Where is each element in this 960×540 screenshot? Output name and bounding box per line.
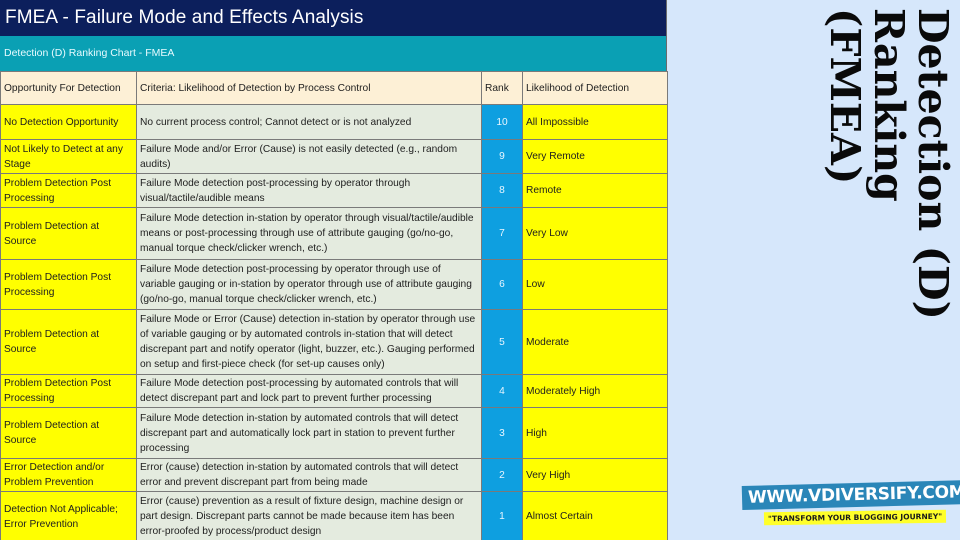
header-rank: Rank	[481, 71, 523, 105]
header-likelihood: Likelihood of Detection	[522, 71, 668, 105]
rank-cell: 2	[481, 458, 523, 492]
criteria-cell: Failure Mode detection post-processing b…	[136, 259, 482, 310]
header-opportunity: Opportunity For Detection	[0, 71, 137, 105]
sheet-title: FMEA - Failure Mode and Effects Analysis	[0, 0, 666, 36]
rank-cell: 7	[481, 207, 523, 260]
opportunity-cell: Problem Detection at Source	[0, 309, 137, 375]
likelihood-cell: Remote	[522, 173, 668, 208]
likelihood-cell: Low	[522, 259, 668, 310]
opportunity-cell: Problem Detection Post Processing	[0, 259, 137, 310]
likelihood-cell: All Impossible	[522, 104, 668, 140]
rank-cell: 6	[481, 259, 523, 310]
likelihood-cell: Almost Certain	[522, 491, 668, 540]
likelihood-cell: Very Low	[522, 207, 668, 260]
criteria-cell: Failure Mode detection in-station by aut…	[136, 407, 482, 459]
likelihood-cell: Moderately High	[522, 374, 668, 408]
criteria-cell: Failure Mode detection post-processing b…	[136, 173, 482, 208]
detection-ranking-table: Opportunity For Detection Criteria: Like…	[0, 71, 668, 540]
header-criteria: Criteria: Likelihood of Detection by Pro…	[136, 71, 482, 105]
rank-cell: 9	[481, 139, 523, 174]
opportunity-cell: Problem Detection Post Processing	[0, 374, 137, 408]
criteria-cell: Failure Mode and/or Error (Cause) is not…	[136, 139, 482, 174]
criteria-cell: Error (cause) detection in-station by au…	[136, 458, 482, 492]
rank-cell: 5	[481, 309, 523, 375]
criteria-cell: Failure Mode detection in-station by ope…	[136, 207, 482, 260]
rank-cell: 10	[481, 104, 523, 140]
table-row: Error Detection and/or Problem Preventio…	[0, 458, 668, 492]
likelihood-cell: Moderate	[522, 309, 668, 375]
criteria-cell: Error (cause) prevention as a result of …	[136, 491, 482, 540]
table-row: Not Likely to Detect at any Stage Failur…	[0, 139, 668, 174]
rank-cell: 1	[481, 491, 523, 540]
opportunity-cell: Detection Not Applicable; Error Preventi…	[0, 491, 137, 540]
opportunity-cell: Not Likely to Detect at any Stage	[0, 139, 137, 174]
criteria-cell: No current process control; Cannot detec…	[136, 104, 482, 140]
likelihood-cell: Very High	[522, 458, 668, 492]
table-row: Problem Detection at Source Failure Mode…	[0, 407, 668, 459]
table-row: Detection Not Applicable; Error Preventi…	[0, 491, 668, 540]
likelihood-cell: High	[522, 407, 668, 459]
brand-badge: WWW.VDIVERSIFY.COM "TRANSFORM YOUR BLOGG…	[741, 480, 960, 526]
table-row: Problem Detection Post Processing Failur…	[0, 173, 668, 208]
table-row: No Detection Opportunity No current proc…	[0, 104, 668, 140]
criteria-cell: Failure Mode detection post-processing b…	[136, 374, 482, 408]
opportunity-cell: Problem Detection Post Processing	[0, 173, 137, 208]
table-row: Problem Detection Post Processing Failur…	[0, 259, 668, 310]
opportunity-cell: Problem Detection at Source	[0, 207, 137, 260]
side-title-panel: Detection (D) Ranking (FMEA)	[705, 8, 957, 348]
criteria-cell: Failure Mode or Error (Cause) detection …	[136, 309, 482, 375]
opportunity-cell: Error Detection and/or Problem Preventio…	[0, 458, 137, 492]
rank-cell: 3	[481, 407, 523, 459]
opportunity-cell: Problem Detection at Source	[0, 407, 137, 459]
brand-url[interactable]: WWW.VDIVERSIFY.COM	[741, 480, 960, 510]
fmea-sheet: FMEA - Failure Mode and Effects Analysis…	[0, 0, 668, 540]
likelihood-cell: Very Remote	[522, 139, 668, 174]
side-title: Detection (D) Ranking (FMEA)	[821, 8, 957, 320]
table-row: Problem Detection Post Processing Failur…	[0, 374, 668, 408]
table-row: Problem Detection at Source Failure Mode…	[0, 309, 668, 375]
rank-cell: 8	[481, 173, 523, 208]
brand-tagline: "TRANSFORM YOUR BLOGGING JOURNEY"	[763, 509, 947, 526]
table-header-row: Opportunity For Detection Criteria: Like…	[0, 71, 668, 105]
rank-cell: 4	[481, 374, 523, 408]
opportunity-cell: No Detection Opportunity	[0, 104, 137, 140]
table-row: Problem Detection at Source Failure Mode…	[0, 207, 668, 260]
sheet-subtitle: Detection (D) Ranking Chart - FMEA	[0, 36, 666, 71]
